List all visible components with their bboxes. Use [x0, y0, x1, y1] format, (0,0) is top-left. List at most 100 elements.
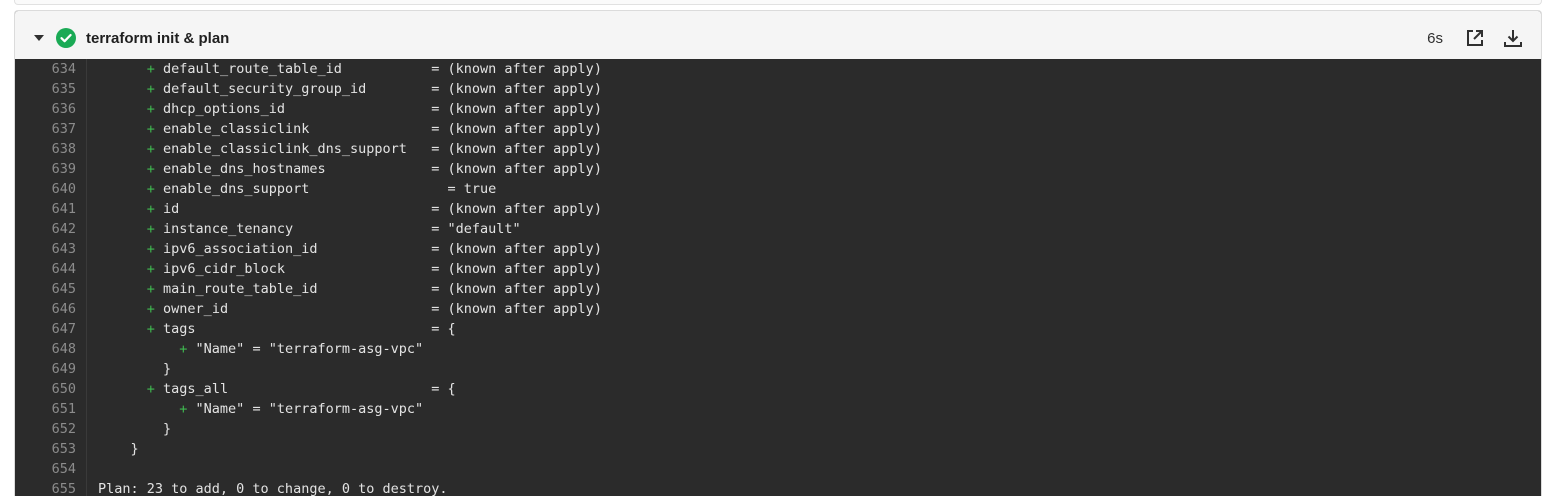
line-number[interactable]: 654 — [15, 459, 87, 479]
log-content: ipv6_cidr_block = (known after apply) — [163, 261, 602, 277]
log-text: + "Name" = "terraform-asg-vpc" — [87, 339, 423, 359]
log-content: ipv6_association_id = (known after apply… — [163, 241, 602, 257]
log-indent — [98, 301, 147, 317]
log-line: 645 + main_route_table_id = (known after… — [15, 279, 1541, 299]
log-content: tags = { — [163, 321, 456, 337]
log-text: + default_security_group_id = (known aft… — [87, 79, 602, 99]
line-number[interactable]: 636 — [15, 99, 87, 119]
chevron-down-icon[interactable] — [34, 35, 44, 41]
diff-add-marker: + — [146, 321, 164, 337]
log-line: 635 + default_security_group_id = (known… — [15, 79, 1541, 99]
log-indent — [98, 141, 147, 157]
line-number[interactable]: 639 — [15, 159, 87, 179]
check-circle-icon — [56, 28, 76, 48]
log-content: main_route_table_id = (known after apply… — [163, 281, 602, 297]
line-number[interactable]: 649 — [15, 359, 87, 379]
line-number[interactable]: 641 — [15, 199, 87, 219]
line-number[interactable]: 652 — [15, 419, 87, 439]
log-line: 648 + "Name" = "terraform-asg-vpc" — [15, 339, 1541, 359]
log-indent — [98, 201, 147, 217]
log-content: dhcp_options_id = (known after apply) — [163, 101, 602, 117]
log-line: 638 + enable_classiclink_dns_support = (… — [15, 139, 1541, 159]
diff-add-marker: + — [146, 221, 164, 237]
diff-add-marker: + — [146, 261, 164, 277]
log-text: + ipv6_association_id = (known after app… — [87, 239, 602, 259]
external-link-icon[interactable] — [1465, 28, 1485, 48]
log-indent — [98, 401, 179, 417]
job-header-actions: 6s — [1427, 11, 1523, 65]
log-line: 646 + owner_id = (known after apply) — [15, 299, 1541, 319]
log-indent — [98, 101, 147, 117]
log-content: "Name" = "terraform-asg-vpc" — [195, 341, 424, 357]
diff-add-marker: + — [146, 61, 164, 77]
line-number[interactable]: 642 — [15, 219, 87, 239]
log-indent — [98, 241, 147, 257]
log-line: 649 } — [15, 359, 1541, 379]
log-content: } — [163, 421, 172, 437]
log-line: 653 } — [15, 439, 1541, 459]
log-text: + tags = { — [87, 319, 456, 339]
line-number[interactable]: 647 — [15, 319, 87, 339]
diff-add-marker: + — [146, 101, 164, 117]
diff-add-marker: + — [146, 201, 164, 217]
log-text: } — [87, 359, 171, 379]
log-text: + owner_id = (known after apply) — [87, 299, 602, 319]
log-line: 634 + default_route_table_id = (known af… — [15, 59, 1541, 79]
log-text: + enable_classiclink_dns_support = (know… — [87, 139, 602, 159]
line-number[interactable]: 651 — [15, 399, 87, 419]
line-number[interactable]: 650 — [15, 379, 87, 399]
log-indent — [98, 321, 147, 337]
log-line: 640 + enable_dns_support = true — [15, 179, 1541, 199]
log-content: } — [163, 361, 172, 377]
log-text: } — [87, 419, 171, 439]
log-text: + ipv6_cidr_block = (known after apply) — [87, 259, 602, 279]
log-line: 642 + instance_tenancy = "default" — [15, 219, 1541, 239]
log-indent — [98, 361, 163, 377]
log-indent — [98, 281, 147, 297]
log-text: + enable_classiclink = (known after appl… — [87, 119, 602, 139]
log-content: default_security_group_id = (known after… — [163, 81, 602, 97]
log-content: } — [130, 441, 139, 457]
log-text: + "Name" = "terraform-asg-vpc" — [87, 399, 423, 419]
diff-add-marker: + — [146, 81, 164, 97]
log-line: 639 + enable_dns_hostnames = (known afte… — [15, 159, 1541, 179]
job-log-output[interactable]: 634 + default_route_table_id = (known af… — [15, 59, 1541, 496]
log-line: 655 Plan: 23 to add, 0 to change, 0 to de… — [15, 479, 1541, 496]
line-number[interactable]: 646 — [15, 299, 87, 319]
log-line: 636 + dhcp_options_id = (known after app… — [15, 99, 1541, 119]
line-number[interactable]: 635 — [15, 79, 87, 99]
log-text: + id = (known after apply) — [87, 199, 602, 219]
previous-panel-edge — [14, 0, 1542, 5]
log-line: 644 + ipv6_cidr_block = (known after app… — [15, 259, 1541, 279]
line-number[interactable]: 634 — [15, 59, 87, 79]
job-header[interactable]: terraform init & plan 6s — [15, 11, 1541, 66]
log-text: + default_route_table_id = (known after … — [87, 59, 602, 79]
line-number[interactable]: 655 — [15, 479, 87, 496]
log-indent — [98, 221, 147, 237]
job-log-panel: terraform init & plan 6s 634 + default_r… — [14, 10, 1542, 496]
line-number[interactable]: 643 — [15, 239, 87, 259]
line-number[interactable]: 648 — [15, 339, 87, 359]
log-indent — [98, 441, 131, 457]
download-icon[interactable] — [1503, 28, 1523, 48]
line-number[interactable]: 644 — [15, 259, 87, 279]
diff-add-marker: + — [146, 381, 164, 397]
line-number[interactable]: 637 — [15, 119, 87, 139]
line-number[interactable]: 638 — [15, 139, 87, 159]
diff-add-marker: + — [146, 121, 164, 137]
diff-add-marker: + — [146, 181, 164, 197]
log-text: + main_route_table_id = (known after app… — [87, 279, 602, 299]
log-content: "Name" = "terraform-asg-vpc" — [195, 401, 424, 417]
line-number[interactable]: 645 — [15, 279, 87, 299]
log-line: 652 } — [15, 419, 1541, 439]
log-line: 650 + tags_all = { — [15, 379, 1541, 399]
line-number[interactable]: 640 — [15, 179, 87, 199]
job-title: terraform init & plan — [86, 29, 230, 47]
log-text: } — [87, 439, 139, 459]
line-number[interactable]: 653 — [15, 439, 87, 459]
log-content: enable_dns_hostnames = (known after appl… — [163, 161, 602, 177]
log-text: Plan: 23 to add, 0 to change, 0 to destr… — [87, 479, 448, 496]
log-indent — [98, 341, 179, 357]
log-indent — [98, 181, 147, 197]
